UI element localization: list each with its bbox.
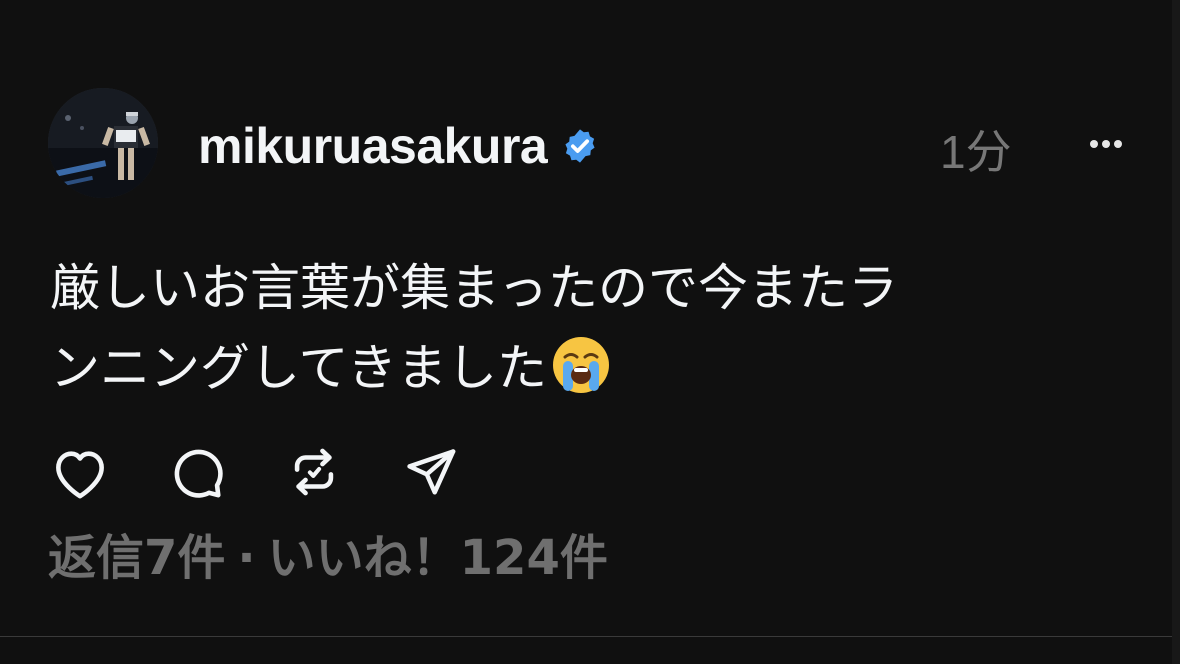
post-text-line-2: ンニングしてきました	[50, 328, 1130, 408]
like-button[interactable]	[48, 440, 112, 504]
post-divider	[0, 636, 1172, 637]
heart-icon	[56, 451, 104, 499]
post-stats: 返信7件 · いいね！124件	[48, 518, 608, 588]
timestamp: 1分	[940, 126, 1012, 178]
right-edge-border	[1172, 0, 1180, 664]
loudly-crying-face-icon	[551, 335, 611, 395]
avatar[interactable]	[48, 88, 158, 198]
repost-icon	[294, 448, 334, 496]
post-text-line-1: 厳しいお言葉が集まったので今またラ	[50, 259, 898, 317]
share-button[interactable]	[399, 440, 463, 504]
verified-badge-icon	[561, 127, 599, 165]
post-text-line-2-text: ンニングしてきました	[50, 339, 547, 397]
comment-icon	[174, 449, 223, 498]
post-text: 厳しいお言葉が集まったので今またラ ンニングしてきました	[50, 248, 1130, 408]
send-icon	[407, 449, 456, 495]
stats-separator: ·	[237, 530, 256, 586]
post-card: mikuruasakura 1分 厳しいお言葉が集まったので今またラ ンニングし…	[0, 0, 1180, 664]
post-header: mikuruasakura	[198, 110, 599, 182]
repost-button[interactable]	[282, 440, 346, 504]
reply-button[interactable]	[165, 440, 229, 504]
username-link[interactable]: mikuruasakura	[198, 117, 548, 175]
replies-count-link[interactable]: 返信7件	[48, 530, 225, 586]
action-bar	[48, 440, 516, 504]
more-options-button[interactable]	[1078, 118, 1134, 170]
more-horizontal-icon	[1090, 140, 1122, 148]
likes-count-link[interactable]: いいね！124件	[268, 530, 608, 586]
